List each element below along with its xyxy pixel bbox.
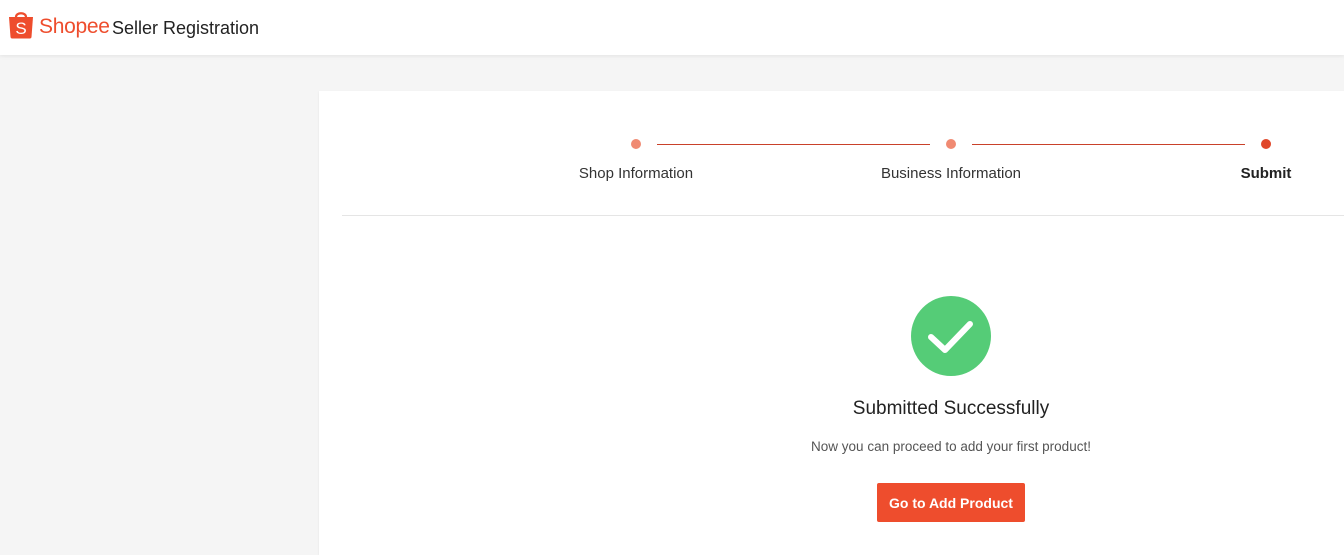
success-message: Now you can proceed to add your first pr… (811, 439, 1091, 454)
page-title: Seller Registration (112, 18, 260, 38)
step-connector-1 (657, 144, 930, 145)
success-title: Submitted Successfully (852, 398, 1050, 419)
step-connector-2 (972, 144, 1245, 145)
step-label-submit: Submit (1240, 165, 1292, 182)
brand-name[interactable]: Shopee (39, 15, 110, 39)
step-label-shop-information: Shop Information (578, 165, 694, 182)
checkmark-icon (911, 296, 991, 376)
step-label-business-information: Business Information (880, 165, 1022, 182)
step-dot-shop-information (631, 139, 641, 149)
top-bar: S Shopee Seller Registration (0, 0, 1344, 55)
step-dot-business-information (946, 139, 956, 149)
registration-card: Shop Information Business Information Su… (319, 91, 1344, 555)
stepper-divider (342, 215, 1344, 216)
shopee-logo-icon[interactable]: S (7, 9, 35, 39)
progress-stepper: Shop Information Business Information Su… (319, 91, 1344, 215)
step-dot-submit (1261, 139, 1271, 149)
logo-letter: S (15, 19, 26, 38)
go-to-add-product-button[interactable]: Go to Add Product (877, 483, 1025, 522)
